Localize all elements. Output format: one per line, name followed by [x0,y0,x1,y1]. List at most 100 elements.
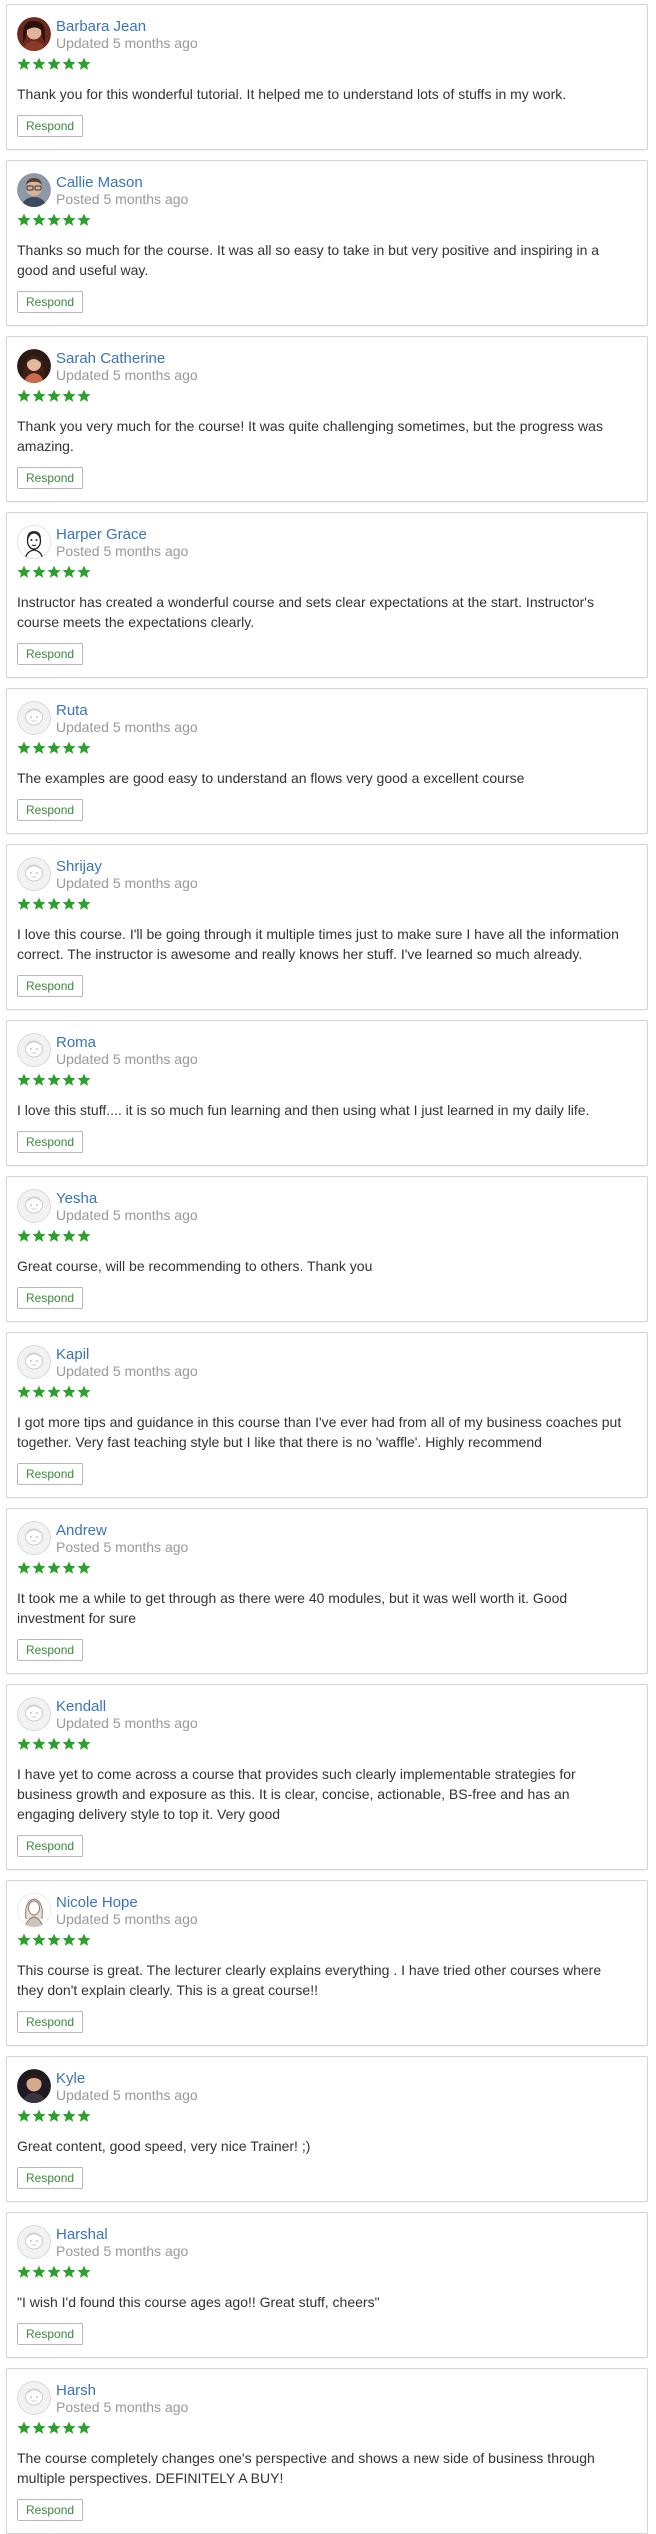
star-rating [17,1737,635,1751]
reviewer-name-link[interactable]: Ruta [56,702,198,719]
star-icon [32,2265,46,2279]
star-icon [62,2421,76,2435]
star-icon [32,1737,46,1751]
review-header: Kapil Updated 5 months ago [17,1343,635,1381]
reviewer-name-link[interactable]: Harper Grace [56,526,188,543]
star-rating [17,741,635,755]
respond-button[interactable]: Respond [17,2323,84,2345]
avatar [17,525,51,559]
star-icon [77,1737,91,1751]
respond-button[interactable]: Respond [17,975,84,997]
review-card: Nicole Hope Updated 5 months ago This cour… [6,1880,648,2046]
respond-button[interactable]: Respond [17,643,84,665]
star-rating [17,1933,635,1947]
star-icon [62,389,76,403]
star-icon [32,1933,46,1947]
respond-button[interactable]: Respond [17,799,84,821]
review-meta: Harsh Posted 5 months ago [56,2379,188,2415]
star-icon [77,565,91,579]
star-icon [62,897,76,911]
star-icon [77,2109,91,2123]
review-text: Instructor has created a wonderful cours… [17,594,594,630]
star-icon [47,1073,61,1087]
reviewer-name-link[interactable]: Nicole Hope [56,1894,198,1911]
review-date: Updated 5 months ago [56,1051,198,1067]
reviewer-name-link[interactable]: Andrew [56,1522,188,1539]
avatar [17,349,51,383]
respond-button[interactable]: Respond [17,2167,84,2189]
reviewer-name-link[interactable]: Sarah Catherine [56,350,198,367]
star-icon [17,2421,31,2435]
respond-button[interactable]: Respond [17,1131,84,1153]
star-rating [17,57,635,71]
respond-button[interactable]: Respond [17,467,84,489]
reviewer-name-link[interactable]: Kapil [56,1346,198,1363]
reviewer-name-link[interactable]: Yesha [56,1190,198,1207]
review-meta: Roma Updated 5 months ago [56,1031,198,1067]
review-meta: Yesha Updated 5 months ago [56,1187,198,1223]
star-icon [32,2421,46,2435]
review-card: Harper Grace Posted 5 months ago Instructo… [6,512,648,678]
respond-button[interactable]: Respond [17,1639,84,1661]
star-rating [17,1073,635,1087]
respond-button[interactable]: Respond [17,1287,84,1309]
review-card: Kyle Updated 5 months ago Great content, g… [6,2056,648,2202]
star-icon [62,2265,76,2279]
reviewer-name-link[interactable]: Kendall [56,1698,198,1715]
reviewer-name-link[interactable]: Barbara Jean [56,18,198,35]
star-icon [47,565,61,579]
respond-button[interactable]: Respond [17,115,84,137]
star-icon [32,213,46,227]
reviewer-name-link[interactable]: Shrijay [56,858,198,875]
star-icon [17,2265,31,2279]
review-text: This course is great. The lecturer clear… [17,1962,602,1998]
review-text: The examples are good easy to understand… [17,770,525,786]
review-text: Great content, good speed, very nice Tra… [17,2138,311,2154]
review-text: I got more tips and guidance in this cou… [17,1414,622,1450]
star-rating [17,1561,635,1575]
avatar [17,2225,51,2259]
review-meta: Kyle Updated 5 months ago [56,2067,198,2103]
reviewer-name-link[interactable]: Callie Mason [56,174,188,191]
review-date: Posted 5 months ago [56,2399,189,2415]
reviewer-name-link[interactable]: Harsh [56,2382,188,2399]
review-meta: Harper Grace Posted 5 months ago [56,523,188,559]
star-icon [47,2265,61,2279]
reviewer-name-link[interactable]: Kyle [56,2070,198,2087]
star-icon [32,389,46,403]
star-icon [77,57,91,71]
review-card: Ruta Updated 5 months ago The examples are… [6,688,648,834]
star-icon [77,741,91,755]
review-meta: Shrijay Updated 5 months ago [56,855,198,891]
star-icon [62,1561,76,1575]
review-header: Harsh Posted 5 months ago [17,2379,635,2417]
star-rating [17,2421,635,2435]
review-meta: Barbara Jean Updated 5 months ago [56,15,198,51]
review-card: Sarah Catherine Updated 5 months ago Thank… [6,336,648,502]
respond-button[interactable]: Respond [17,1835,84,1857]
review-card: Kapil Updated 5 months ago I got more tips… [6,1332,648,1498]
review-header: Yesha Updated 5 months ago [17,1187,635,1225]
star-icon [77,2265,91,2279]
review-meta: Kendall Updated 5 months ago [56,1695,198,1731]
star-icon [47,2109,61,2123]
star-icon [77,1073,91,1087]
review-meta: Sarah Catherine Updated 5 months ago [56,347,198,383]
avatar [17,1893,51,1927]
reviewer-name-link[interactable]: Harshal [56,2226,188,2243]
star-icon [32,1561,46,1575]
reviewer-name-link[interactable]: Roma [56,1034,198,1051]
star-icon [17,741,31,755]
star-icon [62,2109,76,2123]
respond-button[interactable]: Respond [17,2011,84,2033]
review-text: It took me a while to get through as the… [17,1590,568,1626]
star-icon [17,1933,31,1947]
review-card: Harsh Posted 5 months ago The course compl… [6,2368,648,2534]
star-icon [17,389,31,403]
respond-button[interactable]: Respond [17,291,84,313]
respond-button[interactable]: Respond [17,1463,84,1485]
respond-button[interactable]: Respond [17,2499,84,2521]
star-icon [32,1385,46,1399]
star-icon [47,1385,61,1399]
review-text: I love this course. I'll be going throug… [17,926,619,962]
